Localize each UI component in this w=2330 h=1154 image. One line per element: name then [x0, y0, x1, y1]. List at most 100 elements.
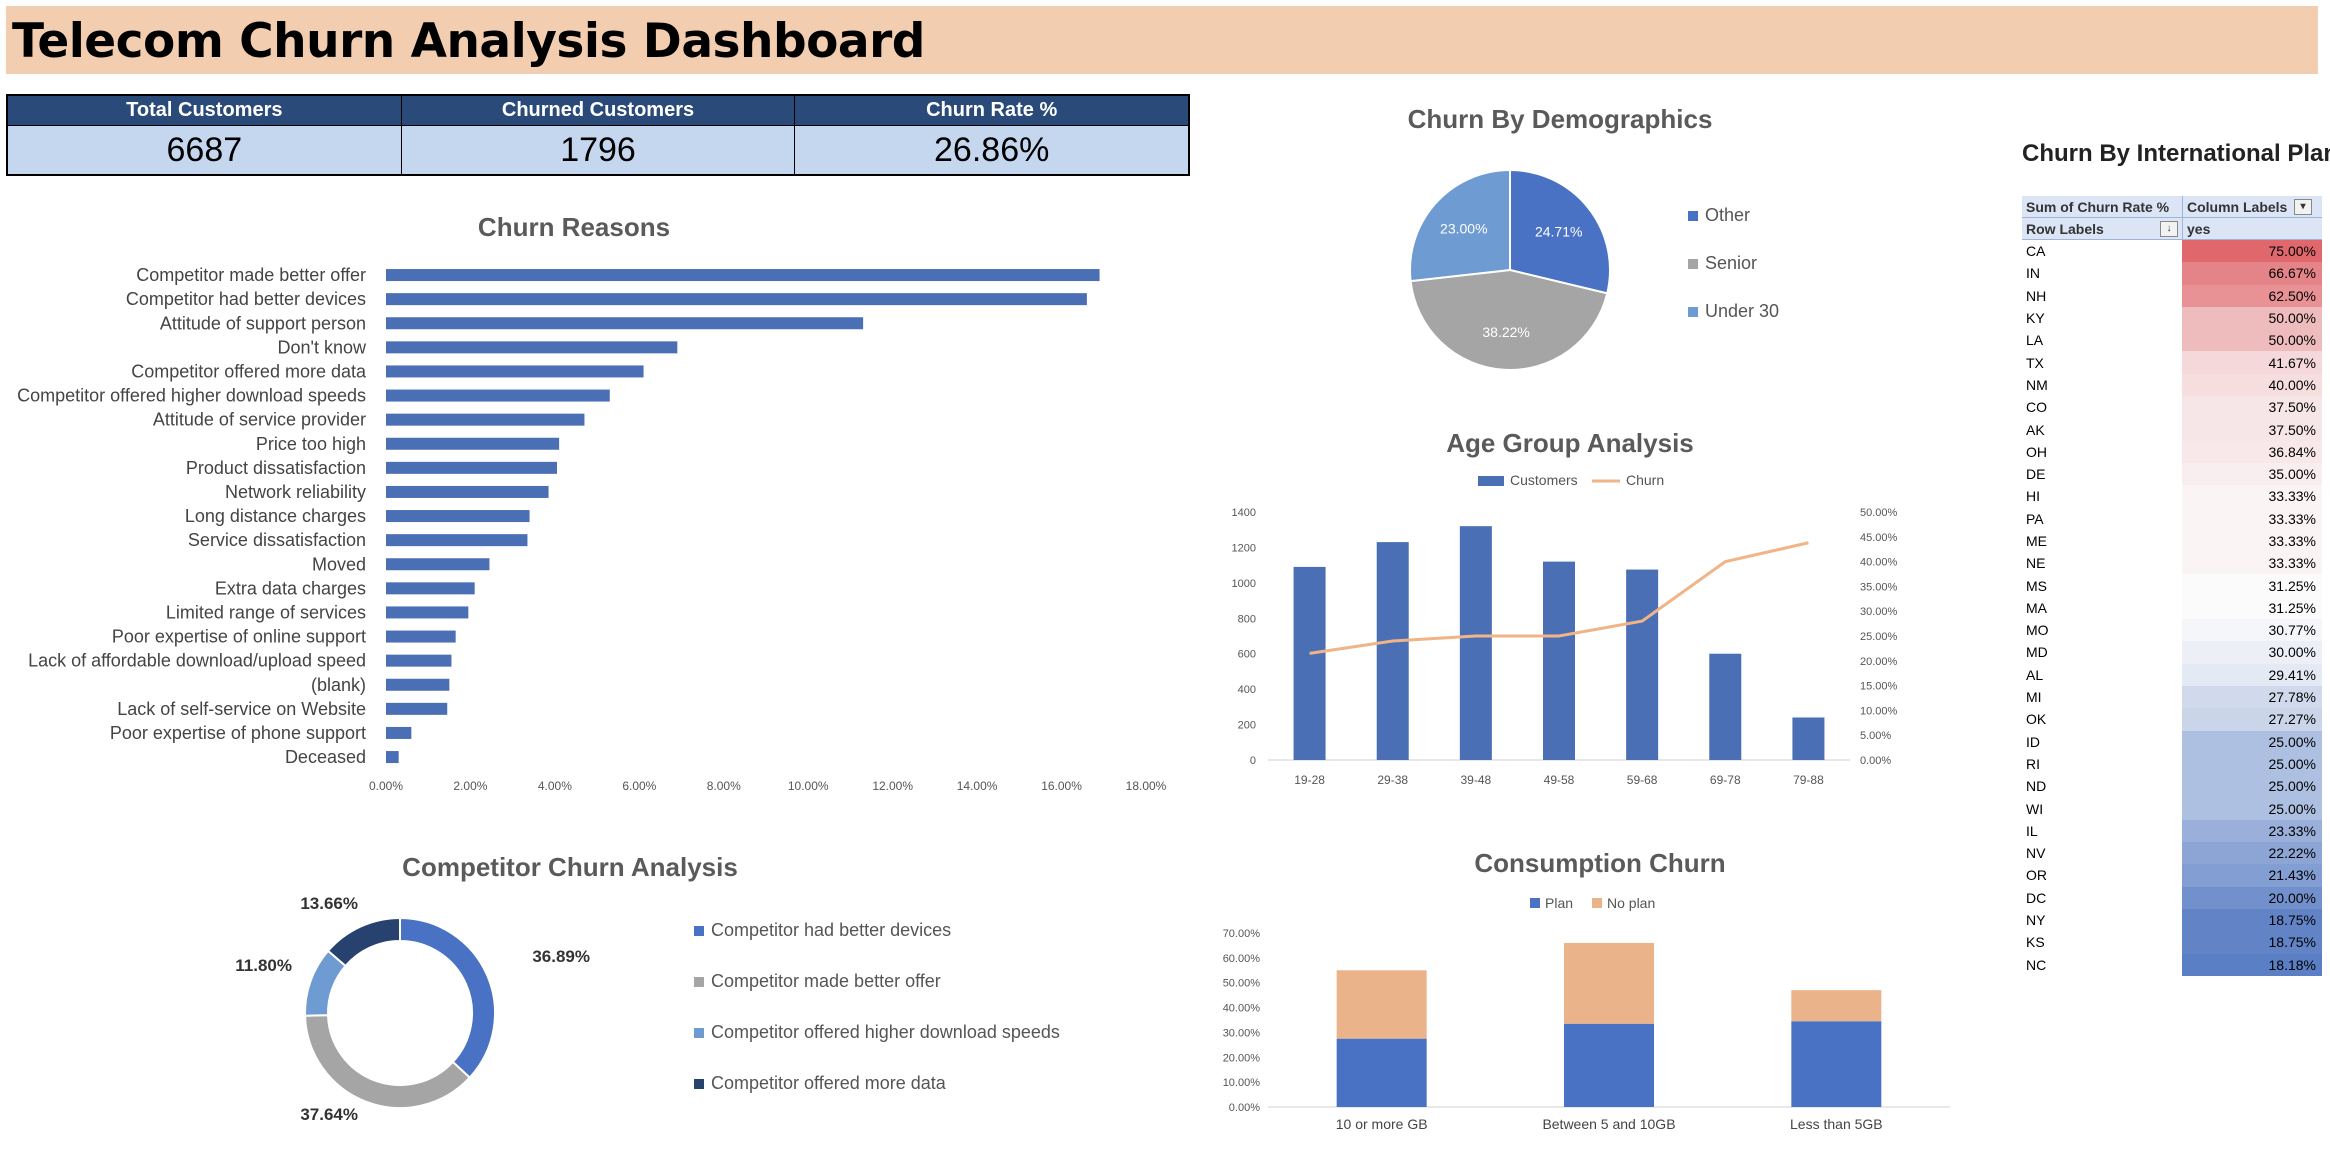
legend-swatch — [1530, 898, 1540, 908]
pivot-cell-value: 40.00% — [2182, 373, 2322, 397]
reason-bar — [386, 317, 864, 330]
pivot-row: NV 22.22% — [2022, 842, 2322, 865]
age-y2-tick: 35.00% — [1860, 581, 1898, 593]
legend-swatch — [694, 976, 704, 987]
pivot-row: MS 31.25% — [2022, 574, 2322, 597]
cons-y-tick: 50.00% — [1223, 978, 1261, 990]
kpi-value: 1796 — [401, 126, 795, 174]
pivot-cell-value: 27.27% — [2182, 708, 2322, 731]
pivot-row-label: ID — [2026, 733, 2040, 750]
pivot-row: OK 27.27% — [2022, 708, 2322, 731]
age-x-tick: 39-48 — [1461, 773, 1492, 787]
pivot-row: NE 33.33% — [2022, 552, 2322, 575]
reason-bar — [386, 582, 475, 595]
age-y-tick: 1000 — [1232, 578, 1256, 590]
pivot-row: ID 25.00% — [2022, 730, 2322, 753]
pivot-row-label: MS — [2026, 577, 2047, 594]
pivot-column-labels[interactable]: Column Labels ▾ — [2182, 196, 2322, 217]
pie-data-label: 38.22% — [1482, 324, 1529, 340]
age-y2-tick: 10.00% — [1860, 705, 1898, 717]
reason-bar — [386, 269, 1100, 282]
donut-data-label: 13.66% — [300, 894, 358, 913]
donut-data-label: 11.80% — [235, 956, 292, 975]
pivot-row: MI 27.78% — [2022, 685, 2322, 709]
pivot-cell-value: 23.33% — [2182, 819, 2322, 843]
pivot-row: NH 62.50% — [2022, 284, 2322, 307]
age-y2-tick: 45.00% — [1860, 532, 1898, 544]
pivot-row: KY 50.00% — [2022, 306, 2322, 330]
legend-label: Competitor offered higher download speed… — [711, 1022, 1060, 1042]
cons-bar-segment — [1564, 1023, 1654, 1107]
pivot-row-label: CO — [2026, 399, 2047, 416]
pivot-row-label: AL — [2026, 666, 2044, 683]
reason-bar — [386, 510, 530, 523]
legend-swatch — [1688, 258, 1698, 269]
legend-item: Other — [1688, 205, 1750, 226]
reason-bar — [386, 365, 644, 378]
pivot-row: MA 31.25% — [2022, 596, 2322, 620]
pivot-row: HI 33.33% — [2022, 485, 2322, 508]
pivot-row: MD 30.00% — [2022, 641, 2322, 664]
reason-bar — [386, 726, 412, 739]
pivot-row-label: AK — [2026, 421, 2045, 438]
reason-label: Lack of self-service on Website — [117, 699, 366, 719]
reason-label: Long distance charges — [185, 506, 366, 526]
legend-label: Churn — [1626, 472, 1664, 488]
age-y-tick: 600 — [1238, 649, 1256, 661]
age-y2-tick: 25.00% — [1860, 631, 1898, 643]
pivot-cell-value: 62.50% — [2182, 284, 2322, 307]
consumption-churn-title: Consumption Churn — [1474, 848, 1726, 878]
pivot-cell-value: 20.00% — [2182, 886, 2322, 909]
churn-reasons-chart: Competitor made better offer Competitor h… — [17, 265, 1167, 793]
reason-label: Moved — [312, 554, 366, 574]
pivot-row-label: IN — [2026, 265, 2040, 282]
competitor-donut: 36.89% 37.64% 11.80% 13.66% — [235, 894, 590, 1124]
age-x-tick: 19-28 — [1294, 773, 1325, 787]
cons-y-tick: 40.00% — [1223, 1003, 1261, 1015]
legend-label: Customers — [1510, 472, 1578, 488]
legend-swatch — [694, 1027, 704, 1038]
pivot-row: NY 18.75% — [2022, 908, 2322, 932]
donut-slice — [326, 916, 401, 968]
legend-label: Senior — [1705, 253, 1758, 273]
age-y-tick: 200 — [1238, 720, 1256, 732]
sort-filter-icon[interactable]: ↓ — [2160, 220, 2178, 237]
pivot-row-label: NH — [2026, 287, 2047, 304]
age-bar — [1376, 542, 1409, 760]
pivot-row: AK 37.50% — [2022, 418, 2322, 441]
pivot-row-labels[interactable]: Row Labels ↓ — [2022, 218, 2182, 239]
pivot-row-label: NY — [2026, 912, 2046, 929]
pivot-cell-value: 37.50% — [2182, 418, 2322, 441]
pivot-row-label: IL — [2026, 822, 2038, 839]
pivot-cell-value: 31.25% — [2182, 574, 2322, 597]
pivot-cell-value: 25.00% — [2182, 730, 2322, 753]
pivot-row-label: DC — [2026, 889, 2047, 906]
pivot-cell-value: 31.25% — [2182, 596, 2322, 620]
reason-bar — [386, 461, 557, 474]
filter-icon[interactable]: ▾ — [2294, 198, 2312, 215]
reason-bar — [386, 654, 452, 667]
reason-x-tick: 12.00% — [872, 779, 913, 793]
demographics-title: Churn By Demographics — [1407, 104, 1713, 134]
legend-item: Senior — [1688, 253, 1757, 274]
pivot-row-label: MO — [2026, 622, 2049, 639]
pivot-row-label: MD — [2026, 644, 2048, 661]
reason-bar — [386, 702, 448, 715]
pivot-cell-value: 50.00% — [2182, 329, 2322, 352]
reason-label: Competitor offered more data — [131, 361, 367, 381]
pivot-row: CA 75.00% — [2022, 240, 2322, 263]
age-y2-tick: 15.00% — [1860, 681, 1898, 693]
pivot-row: TX 41.67% — [2022, 351, 2322, 374]
reason-label: Competitor made better offer — [136, 265, 366, 285]
reason-bar — [386, 389, 610, 402]
reason-label: Poor expertise of phone support — [110, 723, 366, 743]
pivot-row-label: OK — [2026, 711, 2047, 728]
reason-bar — [386, 534, 528, 547]
reason-x-tick: 2.00% — [453, 779, 487, 793]
pivot-row-label: HI — [2026, 488, 2040, 505]
reason-label: Price too high — [256, 434, 366, 454]
age-x-tick: 79-88 — [1793, 773, 1824, 787]
pivot-values-label: Sum of Churn Rate % — [2026, 198, 2170, 215]
pivot-row-label: OH — [2026, 443, 2047, 460]
pivot-row-label: NE — [2026, 555, 2046, 572]
